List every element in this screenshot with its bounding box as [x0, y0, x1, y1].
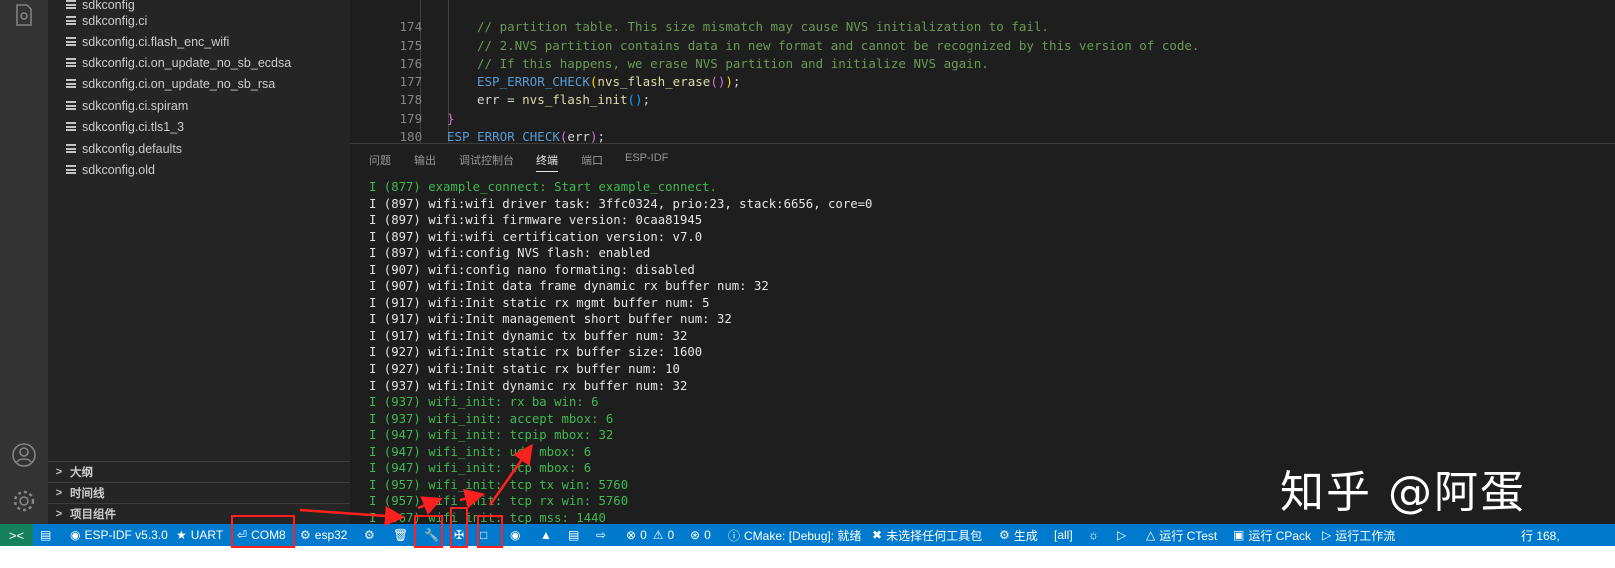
arrow-to-flash [417, 496, 443, 515]
arrow-small [459, 488, 485, 509]
annotation-arrows [299, 443, 533, 526]
arrow-to-monitor [488, 443, 533, 506]
arrow-to-build [299, 505, 405, 526]
